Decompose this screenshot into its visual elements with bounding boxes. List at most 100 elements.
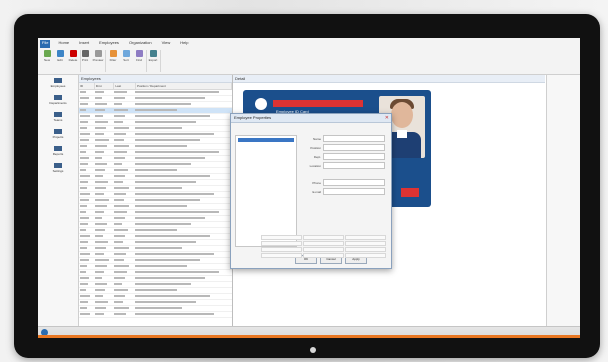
cell-text — [135, 271, 219, 273]
table-cell — [113, 132, 134, 137]
table-cell — [94, 258, 113, 263]
cell-text — [80, 247, 87, 249]
column-header-id[interactable]: ID — [79, 83, 95, 89]
tab-employees[interactable]: Employees — [97, 40, 121, 48]
table-cell — [94, 132, 113, 137]
print-button[interactable]: Print — [80, 50, 90, 72]
cell-text — [80, 259, 89, 261]
table-cell — [113, 270, 134, 275]
edit-button[interactable]: Edit — [55, 50, 65, 72]
table-cell — [113, 168, 134, 173]
nav-item-teams[interactable]: Teams — [40, 112, 76, 126]
table-cell — [79, 120, 94, 125]
cell-text — [95, 187, 106, 189]
table-cell — [79, 240, 94, 245]
table-cell — [79, 300, 94, 305]
table-cell — [94, 294, 113, 299]
table-cell — [79, 186, 94, 191]
table-cell — [113, 102, 134, 107]
cell-text — [80, 271, 86, 273]
photo-face — [391, 102, 413, 128]
table-cell — [79, 156, 94, 161]
cell-text — [80, 169, 86, 171]
cell-text — [95, 241, 108, 243]
table-cell — [94, 252, 113, 257]
dialog-tree[interactable] — [235, 135, 297, 247]
table-cell — [94, 162, 113, 167]
table-cell — [113, 108, 134, 113]
nav-item-settings[interactable]: Settings — [40, 163, 76, 177]
info-cell — [345, 253, 386, 258]
nav-item-reports[interactable]: Reports — [40, 146, 76, 160]
cell-text — [114, 205, 130, 207]
table-cell — [134, 90, 231, 95]
filter-button[interactable]: Filter — [108, 50, 118, 72]
cell-text — [95, 277, 103, 279]
export-button[interactable]: Export — [148, 50, 158, 72]
cell-text — [135, 133, 215, 135]
position-input[interactable] — [323, 144, 385, 151]
table-cell — [79, 276, 94, 281]
tab-insert[interactable]: Insert — [77, 40, 91, 48]
table-cell — [94, 222, 113, 227]
table-cell — [79, 264, 94, 269]
phone-input[interactable] — [323, 179, 385, 186]
table-cell — [94, 174, 113, 179]
table-cell — [94, 198, 113, 203]
cell-text — [114, 169, 128, 171]
table-cell — [94, 114, 113, 119]
company-logo-icon — [255, 98, 267, 110]
new-icon — [43, 50, 51, 57]
table-cell — [94, 264, 113, 269]
cell-text — [95, 91, 105, 93]
table-cell — [94, 288, 113, 293]
table-cell — [113, 228, 134, 233]
table-cell — [113, 138, 134, 143]
field-position: Position — [299, 144, 385, 151]
table-cell — [134, 300, 231, 305]
close-icon[interactable]: ✕ — [385, 115, 389, 121]
table-cell — [134, 306, 231, 311]
email-input[interactable] — [323, 188, 385, 195]
table-cell — [94, 90, 113, 95]
tree-selected-item[interactable] — [238, 138, 294, 142]
location-input[interactable] — [323, 162, 385, 169]
cell-text — [135, 187, 182, 189]
nav-item-departments[interactable]: Departments — [40, 95, 76, 109]
tab-home[interactable]: Home — [56, 40, 71, 48]
cell-text — [135, 253, 215, 255]
table-cell — [134, 294, 231, 299]
cell-text — [114, 295, 126, 297]
column-header-last[interactable]: Last — [114, 83, 136, 89]
nav-item-employees[interactable]: Employees — [40, 78, 76, 92]
preview-button[interactable]: Preview — [93, 50, 103, 72]
nav-item-projects[interactable]: Projects — [40, 129, 76, 143]
cell-text — [135, 235, 210, 237]
find-button[interactable]: Find — [134, 50, 144, 72]
dept-input[interactable] — [323, 153, 385, 160]
table-cell — [134, 228, 231, 233]
tab-organization[interactable]: Organization — [127, 40, 154, 48]
table-cell — [113, 156, 134, 161]
tab-view[interactable]: View — [160, 40, 173, 48]
table-cell — [113, 198, 134, 203]
delete-button[interactable]: Delete — [68, 50, 78, 72]
sort-button[interactable]: Sort — [121, 50, 131, 72]
name-input[interactable] — [323, 135, 385, 142]
column-header-first[interactable]: First — [95, 83, 115, 89]
cell-text — [95, 211, 105, 213]
cell-text — [114, 127, 129, 129]
table-cell — [134, 204, 231, 209]
cell-text — [114, 121, 123, 123]
table-row[interactable] — [79, 312, 232, 318]
cell-text — [135, 97, 205, 99]
table-cell — [134, 150, 231, 155]
tab-file[interactable]: File — [40, 40, 51, 48]
tab-help[interactable]: Help — [178, 40, 190, 48]
new-button[interactable]: New — [42, 50, 52, 72]
cell-text — [114, 247, 129, 249]
column-header-position[interactable]: Position / Department — [136, 83, 232, 89]
table-cell — [134, 246, 231, 251]
cell-text — [114, 313, 127, 315]
ribbon: File Home Insert Employees Organization … — [38, 38, 580, 75]
